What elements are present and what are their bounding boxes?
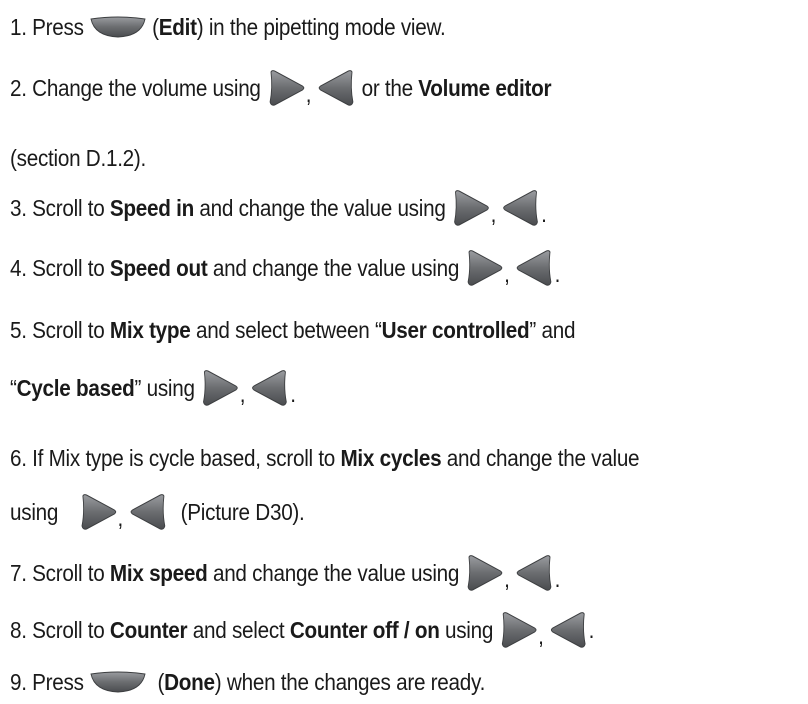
step-number: 6. <box>10 444 27 471</box>
soft-key-button-icon <box>89 671 147 693</box>
step-3: 3. Scroll to Speed in and change the val… <box>10 188 547 228</box>
right-arrow-key-icon <box>266 68 306 108</box>
step-text: , <box>117 505 124 531</box>
step-2-continued: (section D.1.2). <box>10 138 146 178</box>
step-text: , <box>538 623 544 649</box>
left-arrow-key-icon <box>128 492 168 532</box>
step-text: , <box>504 261 510 287</box>
step-text: using <box>444 616 494 643</box>
step-text: . <box>554 566 561 592</box>
step-text: Scroll to <box>32 559 105 586</box>
step-number: 9. <box>10 668 27 695</box>
step-text: and select <box>192 616 285 643</box>
step-6-continued: using , (Picture D30). <box>10 492 305 532</box>
mix-cycles-label: Mix cycles <box>340 444 442 471</box>
left-arrow-key-icon <box>549 610 589 650</box>
right-arrow-key-icon <box>78 492 118 532</box>
left-arrow-key-icon <box>317 68 357 108</box>
step-text: . <box>541 201 547 227</box>
step-4: 4. Scroll to Speed out and change the va… <box>10 248 560 288</box>
step-text: . <box>554 261 561 287</box>
right-arrow-key-icon <box>465 553 505 593</box>
mix-type-label: Mix type <box>109 316 191 343</box>
step-text: and change the value using <box>199 194 446 221</box>
step-text: using <box>10 498 59 525</box>
step-text: ” using <box>134 374 195 401</box>
step-text: . <box>588 616 595 643</box>
step-text: , <box>504 566 510 592</box>
step-text: . <box>290 381 296 407</box>
step-5: 5. Scroll to Mix type and select between… <box>10 310 575 350</box>
step-text: Scroll to <box>32 316 105 343</box>
step-9: 9. Press (Done) when the changes are rea… <box>10 662 485 702</box>
step-8: 8. Scroll to Counter and select Counter … <box>10 610 594 650</box>
step-5-continued: “Cycle based” using , . <box>10 368 296 408</box>
step-text: or the <box>361 74 414 101</box>
step-text: ( <box>157 668 165 695</box>
soft-key-button-icon <box>89 16 147 38</box>
step-text: (Picture D30). <box>180 498 305 525</box>
step-number: 7. <box>10 559 27 586</box>
left-arrow-key-icon <box>501 188 541 228</box>
step-text: , <box>305 81 312 107</box>
step-text: and change the value using <box>212 254 460 281</box>
step-number: 4. <box>10 254 27 281</box>
step-text: Press <box>32 668 84 695</box>
right-arrow-key-icon <box>499 610 539 650</box>
mix-speed-label: Mix speed <box>109 559 208 586</box>
right-arrow-key-icon <box>200 368 240 408</box>
step-text: Scroll to <box>32 194 105 221</box>
step-text: ( <box>152 13 159 40</box>
edit-label: Edit <box>158 13 197 40</box>
counter-label: Counter <box>109 616 188 643</box>
step-text: Press <box>32 13 84 40</box>
step-2: 2. Change the volume using , or the Volu… <box>10 68 552 108</box>
step-text: Change the volume using <box>32 74 261 101</box>
speed-out-label: Speed out <box>109 254 208 281</box>
step-text: , <box>490 201 497 227</box>
step-text: If Mix type is cycle based, scroll to <box>32 444 336 471</box>
step-text: and select between “ <box>195 316 382 343</box>
counter-off-on-label: Counter off / on <box>289 616 440 643</box>
volume-editor-label: Volume editor <box>418 74 552 101</box>
step-number: 3. <box>10 194 27 221</box>
cycle-based-label: Cycle based <box>16 374 135 401</box>
step-number: 1. <box>10 13 27 40</box>
user-controlled-label: User controlled <box>381 316 530 343</box>
speed-in-label: Speed in <box>109 194 194 221</box>
step-number: 8. <box>10 616 27 643</box>
done-label: Done <box>164 668 215 695</box>
step-text: Scroll to <box>32 254 105 281</box>
step-number: 2. <box>10 74 27 101</box>
step-7: 7. Scroll to Mix speed and change the va… <box>10 553 560 593</box>
step-number: 5. <box>10 316 27 343</box>
step-1: 1. Press (Edit) in the pipetting mode vi… <box>10 7 446 47</box>
step-text: (section D.1.2). <box>10 144 147 171</box>
left-arrow-key-icon <box>515 553 555 593</box>
step-text: ” and <box>529 316 576 343</box>
right-arrow-key-icon <box>451 188 491 228</box>
step-text: and change the value <box>446 444 640 471</box>
left-arrow-key-icon <box>251 368 291 408</box>
step-text: and change the value using <box>212 559 460 586</box>
left-arrow-key-icon <box>515 248 555 288</box>
step-text: ) when the changes are ready. <box>214 668 486 695</box>
step-6: 6. If Mix type is cycle based, scroll to… <box>10 438 640 478</box>
step-text: ) in the pipetting mode view. <box>196 13 446 40</box>
step-text: , <box>239 381 246 407</box>
step-text: Scroll to <box>32 616 105 643</box>
right-arrow-key-icon <box>465 248 505 288</box>
